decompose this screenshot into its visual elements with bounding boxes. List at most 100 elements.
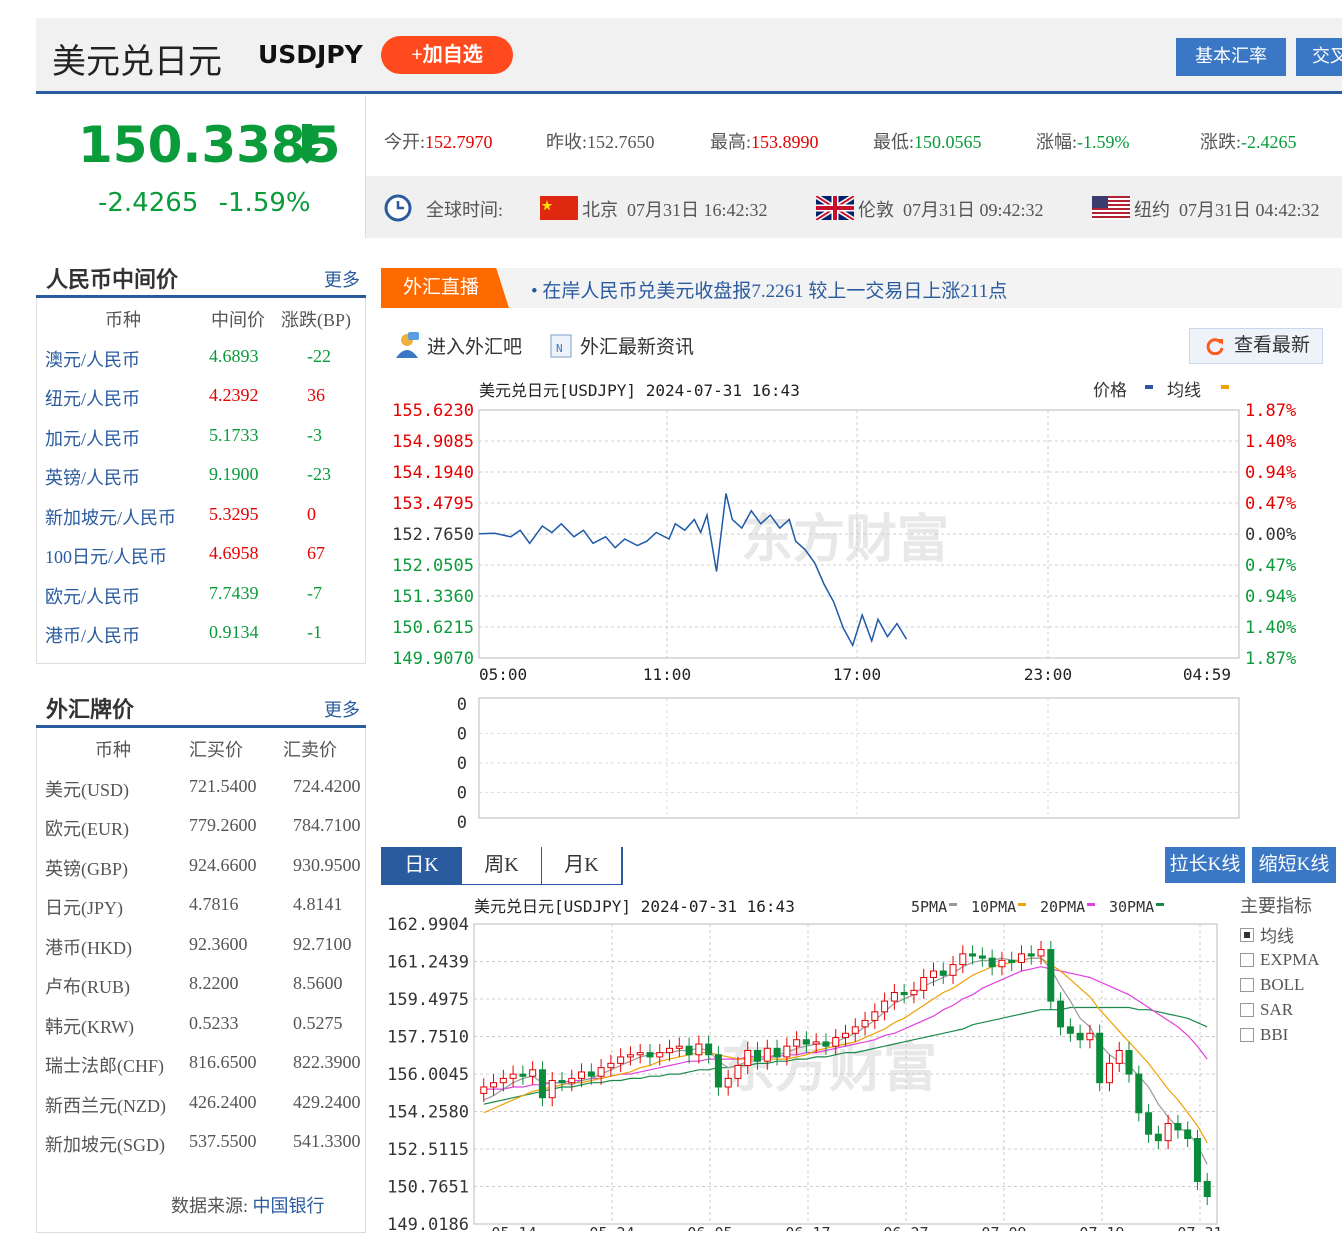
candle (939, 970, 947, 976)
tab-week-k[interactable]: 周K (462, 847, 542, 884)
table-row[interactable]: 新西兰元(NZD) 426.2400 429.2400 (37, 1084, 365, 1124)
x-tick-label: 11:00 (643, 665, 691, 684)
candle (900, 992, 908, 996)
basic-rate-button[interactable]: 基本汇率 (1176, 38, 1286, 76)
candle (920, 976, 928, 991)
table-row[interactable]: 英镑(GBP) 924.6600 930.9500 (37, 847, 365, 887)
candle (793, 1039, 801, 1047)
price-change: -2.4265 (98, 188, 199, 218)
tab-day-k[interactable]: 日K (382, 847, 462, 884)
table-row[interactable]: 澳元/人民币 4.6893 -22 (37, 338, 365, 378)
table-row[interactable]: 纽元/人民币 4.2392 36 (37, 377, 365, 417)
pct-tick-label: 0.47% (1245, 556, 1296, 576)
table-header: 币种 汇买价 汇卖价 (95, 740, 337, 760)
page-header: 美元兑日元 USDJPY +加自选 基本汇率 交叉 (36, 18, 1342, 94)
table-row[interactable]: 港币(HKD) 92.3600 92.7100 (37, 926, 365, 966)
candle (1105, 1062, 1113, 1084)
uk-flag-icon (816, 196, 854, 220)
price-quote: 150.3385 -2.4265 -1.59% (36, 96, 366, 238)
chart-title: 美元兑日元[USDJPY] 2024-07-31 16:43 (479, 381, 800, 400)
y-tick-label: 153.4795 (392, 494, 474, 514)
pct-tick-label: 0.94% (1245, 463, 1296, 483)
indicator-title: 主要指标 (1240, 896, 1312, 916)
candle (568, 1077, 576, 1084)
x-tick-label: 23:00 (1024, 665, 1072, 684)
table-row[interactable]: 新加坡元(SGD) 537.5500 541.3300 (37, 1123, 365, 1163)
y-tick-label: 154.9085 (392, 432, 474, 452)
legend-price-swatch (1145, 385, 1153, 389)
intraday-chart[interactable]: 美元兑日元[USDJPY] 2024-07-31 16:43 价格 均线东方财富 15… (381, 372, 1342, 832)
clock-beijing: 北京 07月31日 16:42:32 (582, 200, 768, 220)
checkbox (1240, 952, 1254, 967)
checkbox (1240, 927, 1254, 942)
pct-tick-label: 1.40% (1245, 618, 1296, 638)
indicator-expma[interactable]: EXPMA (1240, 947, 1340, 972)
news-link[interactable]: 外汇最新资讯 (580, 332, 694, 359)
forum-link[interactable]: 进入外汇吧 (427, 332, 522, 359)
price-stats: 今开:152.7970 昨收:152.7650 最高:153.8990 最低:1… (366, 96, 1342, 176)
candle (538, 1069, 546, 1099)
y-tick-label: 152.5115 (387, 1140, 469, 1160)
checkbox (1240, 977, 1254, 992)
more-link[interactable]: 更多 (324, 266, 360, 292)
table-row[interactable]: 欧元/人民币 7.7439 -7 (37, 575, 365, 615)
candle (832, 1037, 840, 1047)
pct-tick-label: 1.87% (1245, 649, 1296, 669)
table-row[interactable]: 港币/人民币 0.9134 -1 (37, 614, 365, 654)
indicator-boll[interactable]: BOLL (1240, 972, 1340, 997)
y-tick-label: 155.6230 (392, 401, 474, 421)
candle (1096, 1032, 1104, 1084)
table-row[interactable]: 英镑/人民币 9.1900 -23 (37, 456, 365, 496)
candle (685, 1045, 693, 1056)
table-row[interactable]: 卢布(RUB) 8.2200 8.5600 (37, 965, 365, 1005)
volume-tick-label: 0 (457, 784, 467, 804)
candle (773, 1047, 781, 1058)
shorter-kline-button[interactable]: 缩短K线 (1252, 847, 1336, 883)
x-tick-label: 05:00 (479, 665, 527, 684)
table-row[interactable]: 韩元(KRW) 0.5233 0.5275 (37, 1005, 365, 1045)
pct-tick-label: 1.87% (1245, 401, 1296, 421)
table-row[interactable]: 新加坡元/人民币 5.3295 0 (37, 496, 365, 536)
add-favorite-button[interactable]: +加自选 (381, 36, 513, 74)
longer-kline-button[interactable]: 拉长K线 (1165, 847, 1245, 883)
refresh-button[interactable]: 查看最新 (1189, 328, 1323, 364)
table-row[interactable]: 欧元(EUR) 779.2600 784.7100 (37, 807, 365, 847)
candle (1027, 953, 1035, 957)
volume-tick-label: 0 (457, 695, 467, 715)
table-row[interactable]: 瑞士法郎(CHF) 816.6500 822.3900 (37, 1044, 365, 1084)
indicator-bbi[interactable]: BBI (1240, 1022, 1340, 1047)
candle (490, 1082, 498, 1088)
table-row[interactable]: 加元/人民币 5.1733 -3 (37, 417, 365, 457)
candle (499, 1077, 507, 1084)
kline-chart[interactable]: 美元兑日元[USDJPY] 2024-07-31 16:43 5PMA 10PMA 2… (381, 888, 1241, 1231)
page-title: 美元兑日元 (52, 42, 222, 82)
tab-month-k[interactable]: 月K (542, 847, 622, 884)
live-news-link[interactable]: • 在岸人民币兑美元收盘报7.2261 较上一交易日上涨211点 (531, 276, 1007, 303)
candle (656, 1052, 664, 1058)
table-header: 币种 中间价 涨跌(BP) (105, 310, 352, 330)
table-row[interactable]: 100日元/人民币 4.6958 67 (37, 535, 365, 575)
y-tick-label: 162.9904 (387, 915, 469, 935)
more-link[interactable]: 更多 (324, 696, 360, 722)
candle (1145, 1112, 1153, 1135)
indicator-sar[interactable]: SAR (1240, 997, 1340, 1022)
candle (578, 1071, 586, 1079)
price-change-pct: -1.59% (218, 188, 311, 218)
candle (1017, 953, 1025, 963)
pct-tick-label: 1.40% (1245, 432, 1296, 452)
legend-swatch (1156, 903, 1164, 906)
x-tick-label: 06-05 (687, 1224, 732, 1231)
cross-rate-button[interactable]: 交叉 (1296, 38, 1342, 76)
candle (695, 1043, 703, 1056)
y-tick-label: 159.4975 (387, 990, 469, 1010)
pct-tick-label: 0.00% (1245, 525, 1296, 545)
panel-title: 人民币中间价 (46, 268, 179, 293)
y-tick-label: 154.2580 (387, 1103, 469, 1123)
indicator-均线[interactable]: 均线 (1240, 922, 1340, 947)
candle (1135, 1073, 1143, 1114)
table-row[interactable]: 日元(JPY) 4.7816 4.8141 (37, 886, 365, 926)
candle (558, 1080, 566, 1084)
candle (705, 1043, 713, 1056)
down-arrow-icon (293, 124, 321, 164)
table-row[interactable]: 美元(USD) 721.5400 724.4200 (37, 768, 365, 808)
